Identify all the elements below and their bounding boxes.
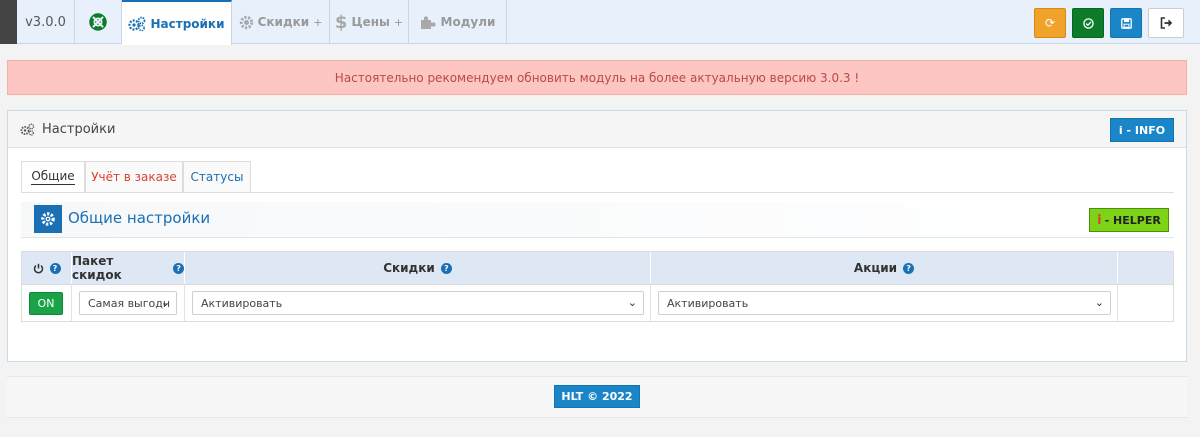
header-discounts: Скидки ? xyxy=(185,252,651,284)
promos-select[interactable]: Активировать ⌄ xyxy=(658,291,1111,315)
header-empty xyxy=(1118,252,1173,284)
tab-prices-plus: + xyxy=(393,15,404,29)
help-button[interactable] xyxy=(75,0,122,44)
tab-discounts[interactable]: Скидки + xyxy=(232,0,330,44)
puzzle-icon xyxy=(420,16,436,29)
question-icon[interactable]: ? xyxy=(49,262,61,274)
save-button[interactable] xyxy=(1110,8,1142,38)
tab-general[interactable]: Общие xyxy=(21,161,85,192)
settings-table: ? Пакет скидок ? Скидки ? Акции ? ON Сам… xyxy=(21,251,1174,322)
section-header: Общие настройки i - HELPER xyxy=(21,202,1174,238)
tab-order-accounting-label: Учёт в заказе xyxy=(91,170,177,184)
header-package: Пакет скидок ? xyxy=(72,252,185,284)
header-status: ? xyxy=(22,252,72,284)
tab-statuses-label: Статусы xyxy=(190,170,244,184)
floppy-icon xyxy=(1120,17,1132,29)
status-toggle-label: ON xyxy=(37,296,55,310)
tab-discounts-label: Скидки xyxy=(257,15,310,29)
tab-modules[interactable]: Модули xyxy=(409,0,507,44)
header-discounts-label: Скидки xyxy=(383,261,435,275)
tab-settings[interactable]: Настройки xyxy=(122,0,232,45)
chevron-down-icon: ⌄ xyxy=(1094,296,1104,309)
cell-empty xyxy=(1118,284,1173,321)
section-title: Общие настройки xyxy=(68,209,211,227)
check-circle-icon xyxy=(1082,17,1094,29)
lifebuoy-icon xyxy=(89,13,107,31)
logout-button[interactable] xyxy=(1148,8,1184,38)
tab-general-label: Общие xyxy=(31,169,75,185)
copyright-text: HLT © 2022 xyxy=(561,390,633,403)
gear-icon-svg xyxy=(41,212,55,226)
tab-discounts-plus: + xyxy=(313,15,323,29)
chevron-down-icon: ⌄ xyxy=(627,296,637,309)
discounts-select[interactable]: Активировать ⌄ xyxy=(192,291,644,315)
tab-modules-label: Модули xyxy=(440,15,496,29)
header-package-label: Пакет скидок xyxy=(72,254,122,282)
tab-settings-label: Настройки xyxy=(150,16,225,31)
package-select-value: Самая выгодн xyxy=(88,296,171,310)
cell-status: ON xyxy=(22,284,72,321)
panel-title: Настройки xyxy=(42,121,116,137)
info-i-icon: i xyxy=(1097,212,1102,228)
package-select[interactable]: Самая выгодн ⌄ xyxy=(79,291,177,315)
check-button[interactable] xyxy=(1072,8,1104,38)
sign-out-icon xyxy=(1160,17,1172,29)
header-promos-label: Акции xyxy=(853,261,898,275)
status-toggle[interactable]: ON xyxy=(29,291,63,315)
tab-divider xyxy=(21,192,1174,193)
gear-icon xyxy=(239,15,253,29)
refresh-button[interactable]: ⟳ xyxy=(1034,8,1066,38)
question-icon[interactable]: ? xyxy=(440,262,452,274)
cell-promos: Активировать ⌄ xyxy=(651,284,1118,321)
helper-button-label: - HELPER xyxy=(1104,213,1161,227)
question-icon[interactable]: ? xyxy=(173,262,184,274)
tab-statuses[interactable]: Статусы xyxy=(183,161,251,192)
header-promos: Акции ? xyxy=(651,252,1118,284)
cell-discounts: Активировать ⌄ xyxy=(185,284,651,321)
settings-panel: Настройки i - INFO Общие Учёт в заказе С… xyxy=(7,110,1187,362)
dollar-icon: $ xyxy=(334,11,348,33)
power-icon xyxy=(33,263,43,273)
footer: HLT © 2022 xyxy=(7,376,1187,418)
gears-icon xyxy=(20,123,35,136)
question-icon[interactable]: ? xyxy=(903,262,915,274)
tab-order-accounting[interactable]: Учёт в заказе xyxy=(85,161,183,192)
version-label: v3.0.0 xyxy=(17,0,75,44)
discounts-select-value: Активировать xyxy=(201,296,283,310)
promos-select-value: Активировать xyxy=(667,296,749,310)
cell-package: Самая выгодн ⌄ xyxy=(72,284,185,321)
info-button[interactable]: i - INFO xyxy=(1110,118,1174,142)
gear-icon xyxy=(34,205,62,233)
panel-header: Настройки i - INFO xyxy=(8,111,1186,148)
chevron-down-icon: ⌄ xyxy=(160,296,170,309)
update-alert: Настоятельно рекомендуем обновить модуль… xyxy=(7,60,1187,95)
info-button-label: i - INFO xyxy=(1118,123,1166,137)
refresh-icon: ⟳ xyxy=(1044,16,1056,30)
left-edge-bar xyxy=(0,0,17,44)
gears-icon xyxy=(128,16,146,31)
copyright-badge[interactable]: HLT © 2022 xyxy=(554,385,640,408)
alert-text: Настоятельно рекомендуем обновить модуль… xyxy=(334,70,860,85)
top-navbar: v3.0.0 Настройки Скидки + $ Цены + Модул… xyxy=(0,0,1200,45)
helper-button[interactable]: i - HELPER xyxy=(1089,208,1169,232)
tab-prices[interactable]: $ Цены + xyxy=(330,0,409,44)
tab-prices-label: Цены xyxy=(351,15,390,29)
version-text: v3.0.0 xyxy=(25,14,66,30)
